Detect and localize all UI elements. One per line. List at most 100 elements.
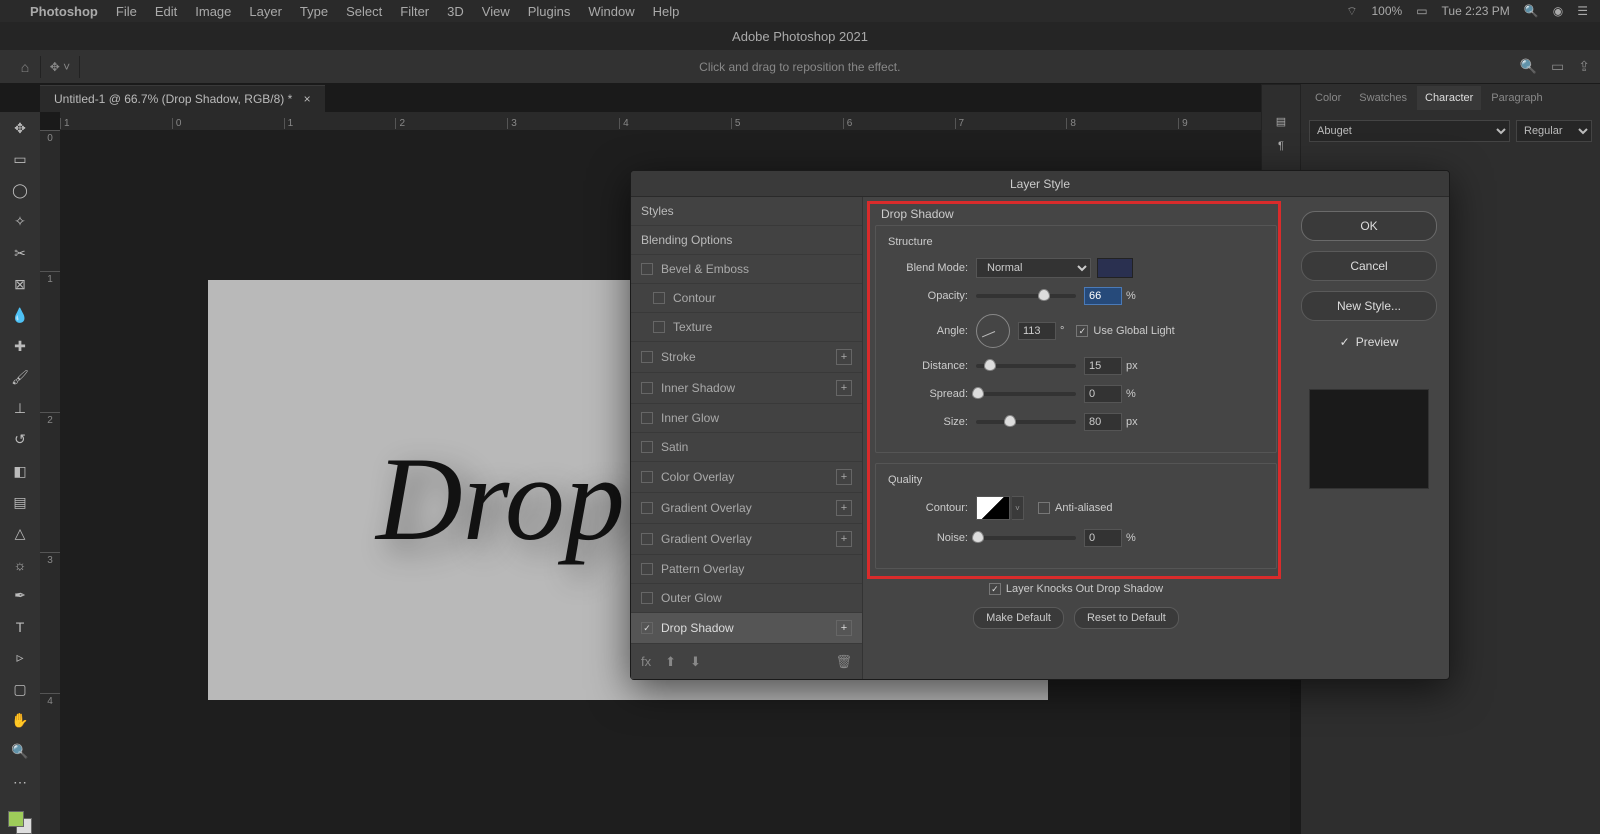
style-checkbox[interactable] <box>641 441 653 453</box>
noise-slider[interactable] <box>976 536 1076 540</box>
frame-tool[interactable]: ⊠ <box>6 274 34 295</box>
control-center-icon[interactable]: ☰ <box>1577 4 1588 18</box>
spread-slider[interactable] <box>976 392 1076 396</box>
tab-color[interactable]: Color <box>1307 86 1349 110</box>
fg-color-swatch[interactable] <box>8 811 24 827</box>
panel-icon[interactable]: ▤ <box>1276 115 1286 128</box>
style-item-drop-shadow[interactable]: ✓Drop Shadow+ <box>631 613 862 644</box>
marquee-tool[interactable]: ▭ <box>6 149 34 170</box>
menu-edit[interactable]: Edit <box>155 4 177 19</box>
style-checkbox[interactable] <box>653 292 665 304</box>
cancel-button[interactable]: Cancel <box>1301 251 1437 281</box>
style-checkbox[interactable]: ✓ <box>641 622 653 634</box>
menu-plugins[interactable]: Plugins <box>528 4 571 19</box>
move-tool-indicator[interactable]: ✥ ˅ <box>40 56 80 78</box>
siri-icon[interactable]: ◉ <box>1553 4 1563 18</box>
pen-tool[interactable]: ✒ <box>6 585 34 606</box>
document-tab[interactable]: Untitled-1 @ 66.7% (Drop Shadow, RGB/8) … <box>40 85 325 112</box>
knockout-checkbox[interactable] <box>989 583 1001 595</box>
search-icon[interactable]: 🔍 <box>1520 58 1537 75</box>
style-item-gradient-overlay[interactable]: Gradient Overlay+ <box>631 493 862 524</box>
zoom-tool[interactable]: 🔍 <box>6 741 34 762</box>
edit-toolbar[interactable]: ⋯ <box>6 772 34 793</box>
make-default-button[interactable]: Make Default <box>973 607 1064 629</box>
angle-dial[interactable] <box>976 314 1010 348</box>
up-icon[interactable]: ⬆ <box>665 654 676 670</box>
style-item-inner-glow[interactable]: Inner Glow <box>631 404 862 433</box>
add-effect-icon[interactable]: + <box>836 620 852 636</box>
style-item-contour[interactable]: Contour <box>631 284 862 313</box>
tab-character[interactable]: Character <box>1417 86 1481 110</box>
global-light-checkbox[interactable] <box>1076 325 1088 337</box>
heal-tool[interactable]: ✚ <box>6 336 34 357</box>
style-item-inner-shadow[interactable]: Inner Shadow+ <box>631 373 862 404</box>
font-style-select[interactable]: Regular <box>1516 120 1592 142</box>
menu-window[interactable]: Window <box>588 4 634 19</box>
spread-input[interactable] <box>1084 385 1122 403</box>
size-input[interactable] <box>1084 413 1122 431</box>
menu-view[interactable]: View <box>482 4 510 19</box>
new-style-button[interactable]: New Style... <box>1301 291 1437 321</box>
trash-icon[interactable]: 🗑 <box>835 654 852 670</box>
tab-close-icon[interactable]: × <box>304 92 311 106</box>
hand-tool[interactable]: ✋ <box>6 710 34 731</box>
spotlight-icon[interactable]: 🔍 <box>1524 4 1539 18</box>
workspace-icon[interactable]: ▭ <box>1551 58 1564 75</box>
move-tool[interactable]: ✥ <box>6 118 34 139</box>
down-icon[interactable]: ⬇ <box>690 654 701 670</box>
dodge-tool[interactable]: ☼ <box>6 554 34 575</box>
add-effect-icon[interactable]: + <box>836 349 852 365</box>
style-checkbox[interactable] <box>641 563 653 575</box>
ok-button[interactable]: OK <box>1301 211 1437 241</box>
style-checkbox[interactable] <box>641 471 653 483</box>
menu-file[interactable]: File <box>116 4 137 19</box>
menu-layer[interactable]: Layer <box>249 4 282 19</box>
style-item-gradient-overlay[interactable]: Gradient Overlay+ <box>631 524 862 555</box>
blur-tool[interactable]: △ <box>6 523 34 544</box>
menu-type[interactable]: Type <box>300 4 328 19</box>
font-family-select[interactable]: Abuget <box>1309 120 1510 142</box>
menu-image[interactable]: Image <box>195 4 231 19</box>
path-tool[interactable]: ▹ <box>6 647 34 668</box>
eyedropper-tool[interactable]: 💧 <box>6 305 34 326</box>
style-checkbox[interactable] <box>641 533 653 545</box>
menu-filter[interactable]: Filter <box>400 4 429 19</box>
contour-dropdown-icon[interactable]: ˅ <box>1012 496 1024 520</box>
anti-aliased-checkbox[interactable] <box>1038 502 1050 514</box>
style-checkbox[interactable] <box>641 502 653 514</box>
style-item-bevel-emboss[interactable]: Bevel & Emboss <box>631 255 862 284</box>
reset-default-button[interactable]: Reset to Default <box>1074 607 1179 629</box>
home-icon[interactable]: ⌂ <box>10 59 40 75</box>
crop-tool[interactable]: ✂ <box>6 243 34 264</box>
blend-mode-select[interactable]: Normal <box>976 258 1091 278</box>
menu-select[interactable]: Select <box>346 4 382 19</box>
shape-tool[interactable]: ▢ <box>6 679 34 700</box>
tab-swatches[interactable]: Swatches <box>1351 86 1415 110</box>
history-brush-tool[interactable]: ↺ <box>6 429 34 450</box>
contour-picker[interactable] <box>976 496 1010 520</box>
menu-3d[interactable]: 3D <box>447 4 464 19</box>
distance-input[interactable] <box>1084 357 1122 375</box>
style-item-satin[interactable]: Satin <box>631 433 862 462</box>
style-checkbox[interactable] <box>653 321 665 333</box>
share-icon[interactable]: ⇪ <box>1578 58 1590 75</box>
style-checkbox[interactable] <box>641 412 653 424</box>
stamp-tool[interactable]: ⊥ <box>6 398 34 419</box>
eraser-tool[interactable]: ◧ <box>6 461 34 482</box>
color-swatches[interactable] <box>8 811 32 834</box>
text-tool[interactable]: T <box>6 616 34 637</box>
style-checkbox[interactable] <box>641 382 653 394</box>
gradient-tool[interactable]: ▤ <box>6 492 34 513</box>
menu-help[interactable]: Help <box>653 4 680 19</box>
fx-icon[interactable]: fx <box>641 654 651 670</box>
blending-options-item[interactable]: Blending Options <box>631 226 862 255</box>
add-effect-icon[interactable]: + <box>836 380 852 396</box>
noise-input[interactable] <box>1084 529 1122 547</box>
lasso-tool[interactable]: ◯ <box>6 180 34 201</box>
style-item-texture[interactable]: Texture <box>631 313 862 342</box>
size-slider[interactable] <box>976 420 1076 424</box>
angle-input[interactable] <box>1018 322 1056 340</box>
preview-checkbox[interactable] <box>1340 335 1350 349</box>
style-checkbox[interactable] <box>641 351 653 363</box>
distance-slider[interactable] <box>976 364 1076 368</box>
